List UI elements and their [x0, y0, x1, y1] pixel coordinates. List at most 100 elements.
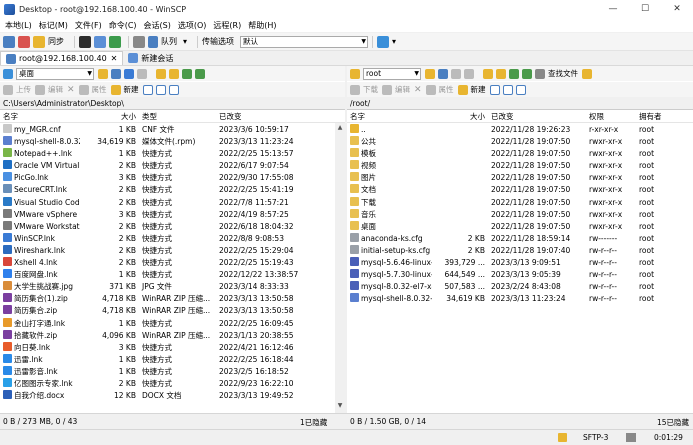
open-folder-icon[interactable]	[425, 68, 435, 79]
file-row[interactable]: 图片 2022/11/28 19:07:50 rwxr-xr-x root	[347, 172, 693, 184]
forward-icon[interactable]	[137, 68, 147, 79]
file-row[interactable]: initial-setup-ks.cfg 2 KB 2022/11/28 19:07…	[347, 244, 693, 257]
close-icon[interactable]: ✕	[111, 54, 118, 63]
minimize-button[interactable]: —	[597, 0, 629, 18]
column-owner[interactable]: 拥有者	[636, 111, 681, 122]
file-row[interactable]: PicGo.lnk 3 KB 快捷方式 2022/9/30 17:55:08	[0, 172, 345, 184]
column-changed[interactable]: 已改变	[488, 111, 586, 122]
transfer-settings-select[interactable]: 默认 ▼	[240, 35, 369, 48]
menu-mark[interactable]: 标记(M)	[39, 20, 68, 31]
file-row[interactable]: 模板 2022/11/28 19:07:50 rwxr-xr-x root	[347, 148, 693, 160]
filter-icon[interactable]	[111, 68, 121, 79]
column-changed[interactable]: 已改变	[216, 111, 326, 122]
new-button[interactable]: 新建	[124, 84, 139, 95]
synchronize-icon[interactable]	[33, 35, 45, 48]
root-dir-icon[interactable]	[169, 68, 179, 79]
terminal-icon[interactable]	[79, 35, 91, 48]
file-row[interactable]: 音乐 2022/11/28 19:07:50 rwxr-xr-x root	[347, 208, 693, 221]
file-row[interactable]: anaconda-ks.cfg 2 KB 2022/11/28 18:59:14 rw…	[347, 232, 693, 245]
menu-remote[interactable]: 远程(R)	[213, 20, 241, 31]
menu-file[interactable]: 文件(F)	[75, 20, 102, 31]
remote-dir-select[interactable]: root ▼	[363, 67, 421, 80]
column-name[interactable]: 名字	[347, 111, 432, 122]
parent-dir-icon[interactable]	[483, 68, 493, 79]
file-row[interactable]: mysql-5.6.46-linux-... 393,729 ... 2023/3/…	[347, 257, 693, 269]
local-path[interactable]: C:\Users\Administrator\Desktop\	[0, 97, 345, 110]
file-row[interactable]: 简历集合(1).zip 4,718 KB WinRAR ZIP 压缩... 2023/…	[0, 293, 345, 305]
local-drive-select[interactable]: 桌面 ▼	[16, 67, 94, 80]
open-folder-icon[interactable]	[98, 68, 108, 79]
upload-button[interactable]: 上传	[16, 84, 31, 95]
checkbox-icon[interactable]	[515, 84, 526, 95]
checkbox-icon[interactable]	[168, 84, 179, 95]
edit-button[interactable]: 编辑	[395, 84, 410, 95]
back-icon[interactable]	[124, 68, 134, 79]
forward-icon[interactable]	[464, 68, 474, 79]
menu-help[interactable]: 帮助(H)	[248, 20, 276, 31]
plus-icon[interactable]	[489, 84, 500, 95]
file-row[interactable]: mysql-shell-8.0.32-... 34,619 KB 2023/3/13…	[347, 293, 693, 305]
menu-local[interactable]: 本地(L)	[5, 20, 32, 31]
close-button[interactable]: ✕	[661, 0, 693, 18]
filter-icon[interactable]	[438, 68, 448, 79]
remote-path[interactable]: /root/	[347, 97, 693, 110]
file-row[interactable]: WinSCP.lnk 2 KB 快捷方式 2022/8/8 9:08:53	[0, 232, 345, 245]
column-name[interactable]: 名字	[0, 111, 80, 122]
file-row[interactable]: Notepad++.lnk 1 KB 快捷方式 2022/2/25 15:13:57	[0, 148, 345, 160]
file-row[interactable]: 拾藏软件.zip 4,096 KB WinRAR ZIP 压缩... 2023/1/1…	[0, 329, 345, 342]
file-row[interactable]: Visual Studio Code.l... 2 KB 快捷方式 2022/7/8 …	[0, 196, 345, 209]
root-dir-icon[interactable]	[496, 68, 506, 79]
menu-options[interactable]: 选项(O)	[178, 20, 207, 31]
file-row[interactable]: VMware vSphere Cli... 3 KB 快捷方式 2022/4/19 8…	[0, 208, 345, 221]
file-row[interactable]: 简历集合.zip 4,718 KB WinRAR ZIP 压缩... 2023/3/1…	[0, 305, 345, 317]
local-scrollbar[interactable]: ▲ ▼	[335, 123, 345, 413]
file-row[interactable]: Xshell 4.lnk 2 KB 快捷方式 2022/2/25 15:19:43	[0, 257, 345, 269]
file-row[interactable]: 向日葵.lnk 3 KB 快捷方式 2022/4/21 16:12:46	[0, 341, 345, 354]
file-row[interactable]: 公共 2022/11/28 19:07:50 rwxr-xr-x root	[347, 136, 693, 148]
file-row[interactable]: SecureCRT.lnk 2 KB 快捷方式 2022/2/25 15:41:19	[0, 184, 345, 196]
delete-icon[interactable]: ✕	[67, 85, 75, 95]
putty-icon[interactable]	[94, 35, 106, 48]
minus-icon[interactable]	[502, 84, 513, 95]
menu-command[interactable]: 命令(C)	[109, 20, 137, 31]
column-type[interactable]: 类型	[139, 111, 216, 122]
bookmark-icon[interactable]	[582, 68, 592, 79]
queue-button[interactable]: 队列	[161, 36, 177, 47]
chevron-down-icon[interactable]: ▾	[183, 37, 187, 46]
file-row[interactable]: 自我介绍.docx 12 KB DOCX 文档 2023/3/13 19:49:52	[0, 390, 345, 402]
column-rights[interactable]: 权限	[586, 111, 636, 122]
parent-dir-icon[interactable]	[156, 68, 166, 79]
new-button[interactable]: 新建	[471, 84, 486, 95]
file-row[interactable]: Wireshark.lnk 2 KB 快捷方式 2022/2/25 15:29:04	[0, 244, 345, 257]
find-files-button[interactable]: 查找文件	[548, 68, 578, 79]
file-row[interactable]: mysql-5.7.30-linux-... 644,549 ... 2023/3/…	[347, 269, 693, 281]
home-icon[interactable]	[182, 68, 192, 79]
column-size[interactable]: 大小	[80, 111, 139, 122]
properties-button[interactable]: 属性	[92, 84, 107, 95]
maximize-button[interactable]: ☐	[629, 0, 661, 18]
plus-icon[interactable]	[142, 84, 153, 95]
file-row[interactable]: VMware Workstatio... 2 KB 快捷方式 2022/6/18 18…	[0, 220, 345, 233]
download-button[interactable]: 下载	[363, 84, 378, 95]
scroll-up-icon[interactable]: ▲	[335, 123, 345, 133]
scroll-track[interactable]	[335, 133, 345, 401]
file-row[interactable]: 迅雷.lnk 1 KB 快捷方式 2022/2/25 16:18:44	[0, 353, 345, 366]
tab-session[interactable]: root@192.168.100.40 ✕	[0, 51, 124, 65]
compare-icon[interactable]	[18, 35, 30, 48]
preferences-icon[interactable]	[133, 35, 145, 48]
chevron-down-icon[interactable]: ▾	[392, 37, 396, 46]
sync-button[interactable]: 同步	[48, 36, 64, 47]
file-row[interactable]: 金山打字通.lnk 1 KB 快捷方式 2022/2/25 16:09:45	[0, 317, 345, 330]
file-row[interactable]: mysql-shell-8.0.32-... 34,619 KB 媒体文件(.rpm…	[0, 136, 345, 148]
refresh-icon[interactable]	[522, 68, 532, 79]
tab-new-session[interactable]: 新建会话	[123, 51, 178, 65]
file-row[interactable]: 桌面 2022/11/28 19:07:50 rwxr-xr-x root	[347, 220, 693, 233]
minus-icon[interactable]	[155, 84, 166, 95]
edit-button[interactable]: 编辑	[48, 84, 63, 95]
back-icon[interactable]	[451, 68, 461, 79]
transfer-settings-icon[interactable]	[377, 35, 390, 48]
refresh-icon[interactable]	[195, 68, 205, 79]
file-row[interactable]: 大学生挑战赛.jpg 371 KB JPG 文件 2023/3/14 8:33:33	[0, 281, 345, 293]
menu-session[interactable]: 会话(S)	[144, 20, 171, 31]
file-row[interactable]: 亿图图示专家.lnk 2 KB 快捷方式 2022/9/23 16:22:10	[0, 377, 345, 390]
